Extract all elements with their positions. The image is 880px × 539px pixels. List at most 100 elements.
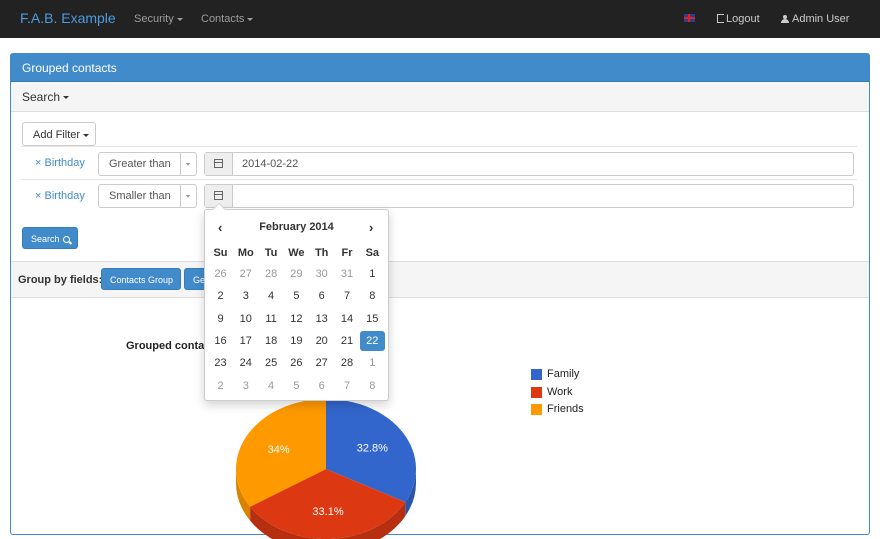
chevron-down-icon xyxy=(176,17,183,21)
filter-operator-select[interactable]: Smaller than xyxy=(98,184,197,208)
search-button[interactable]: Search xyxy=(22,227,78,249)
datepicker-day[interactable]: 24 xyxy=(233,353,258,373)
datepicker-day[interactable]: 29 xyxy=(284,264,309,284)
datepicker-day[interactable]: 26 xyxy=(208,264,233,284)
datepicker-day[interactable]: 10 xyxy=(233,309,258,329)
search-toggle-label: Search xyxy=(22,90,61,104)
datepicker-day[interactable]: 8 xyxy=(360,286,385,306)
datepicker-day[interactable]: 16 xyxy=(208,331,233,351)
filter-operator-select[interactable]: Greater than xyxy=(98,152,197,176)
date-addon[interactable] xyxy=(205,153,233,175)
logout-link[interactable]: Logout xyxy=(717,13,760,25)
datepicker-day[interactable]: 3 xyxy=(233,376,258,396)
filter-remove-link[interactable]: × Birthday xyxy=(35,190,85,202)
pie-slice-label: 33.1% xyxy=(312,506,343,518)
language-flag-icon[interactable] xyxy=(684,14,695,22)
filter-field-label: Birthday xyxy=(44,190,85,202)
panel-heading: Grouped contacts xyxy=(11,54,869,82)
datepicker-day[interactable]: 31 xyxy=(335,264,360,284)
user-menu[interactable]: Admin User xyxy=(781,13,849,25)
select-arrow-icon xyxy=(180,153,196,175)
search-button-label: Search xyxy=(31,234,60,244)
datepicker-day[interactable]: 13 xyxy=(309,309,334,329)
filter-remove-link[interactable]: × Birthday xyxy=(35,157,85,169)
datepicker-day[interactable]: 30 xyxy=(309,264,334,284)
datepicker-day[interactable]: 7 xyxy=(335,286,360,306)
datepicker-day[interactable]: 26 xyxy=(284,353,309,373)
contacts-menu[interactable]: Contacts xyxy=(201,13,254,25)
filter-date-field[interactable] xyxy=(204,184,854,208)
datepicker-day[interactable]: 9 xyxy=(208,309,233,329)
datepicker-day[interactable]: 3 xyxy=(233,286,258,306)
datepicker-prev-button[interactable]: ‹ xyxy=(218,220,222,235)
datepicker-day[interactable]: 28 xyxy=(259,264,284,284)
datepicker-day[interactable]: 23 xyxy=(208,353,233,373)
contacts-menu-label: Contacts xyxy=(201,13,245,25)
datepicker-weekday-label: Fr xyxy=(341,247,353,259)
group-by-bar: Group by fields: Contacts Group Ge xyxy=(11,261,869,298)
search-bar: Search xyxy=(11,82,869,112)
datepicker-popup: ‹ February 2014 › Su Mo Tu We Th Fr Sa 26 27 28 29… xyxy=(204,203,389,401)
datepicker-day[interactable]: 25 xyxy=(259,353,284,373)
add-filter-button[interactable]: Add Filter xyxy=(22,122,96,146)
datepicker-day[interactable]: 7 xyxy=(335,376,360,396)
pie-chart: 32.8% 33.1% 34% xyxy=(236,399,416,539)
datepicker-day[interactable]: 8 xyxy=(360,376,385,396)
logout-icon xyxy=(717,14,724,23)
datepicker-day[interactable]: 6 xyxy=(309,376,334,396)
remove-icon: × xyxy=(35,190,42,202)
security-menu-label: Security xyxy=(134,13,174,25)
search-toggle[interactable]: Search xyxy=(22,90,70,104)
select-arrow-icon xyxy=(180,185,196,207)
filter-operator-value: Smaller than xyxy=(109,190,171,202)
datepicker-weekday-label: Su xyxy=(213,247,228,259)
datepicker-day[interactable]: 1 xyxy=(360,264,385,284)
brand-link[interactable]: F.A.B. Example xyxy=(20,10,116,26)
divider xyxy=(21,179,857,180)
group-by-label: Group by fields: xyxy=(18,274,103,286)
filter-operator-value: Greater than xyxy=(109,158,171,170)
datepicker-weekday-label: Tu xyxy=(264,247,278,259)
datepicker-day[interactable]: 21 xyxy=(335,331,360,351)
security-menu[interactable]: Security xyxy=(134,13,183,25)
datepicker-day[interactable]: 27 xyxy=(309,353,334,373)
datepicker-next-button[interactable]: › xyxy=(369,220,373,235)
chevron-down-icon xyxy=(63,96,70,100)
datepicker-day[interactable]: 5 xyxy=(284,376,309,396)
datepicker-weekday-label: Th xyxy=(314,247,329,259)
filter-date-value: 2014-02-22 xyxy=(242,158,299,170)
group-button-label: Contacts Group xyxy=(110,275,174,285)
divider xyxy=(21,146,857,147)
datepicker-day[interactable]: 14 xyxy=(335,309,360,329)
datepicker-day[interactable]: 4 xyxy=(259,286,284,306)
add-filter-label: Add Filter xyxy=(33,129,81,141)
datepicker-day[interactable]: 6 xyxy=(309,286,334,306)
chart-title: Grouped conta xyxy=(126,340,205,352)
datepicker-day[interactable]: 15 xyxy=(360,309,385,329)
datepicker-day[interactable]: 1 xyxy=(360,353,385,373)
datepicker-day[interactable]: 11 xyxy=(259,309,284,329)
navbar: F.A.B. Example Security Contacts Logout … xyxy=(0,0,880,38)
legend-swatch xyxy=(531,386,542,398)
datepicker-day[interactable]: 27 xyxy=(233,264,258,284)
calendar-icon xyxy=(214,159,223,168)
datepicker-day[interactable]: 4 xyxy=(259,376,284,396)
filter-field-label: Birthday xyxy=(44,157,85,169)
legend-swatch xyxy=(531,369,542,380)
datepicker-day[interactable]: 12 xyxy=(284,309,309,329)
datepicker-day[interactable]: 2 xyxy=(208,286,233,306)
datepicker-day[interactable]: 5 xyxy=(284,286,309,306)
datepicker-day[interactable]: 19 xyxy=(284,331,309,351)
datepicker-day[interactable]: 2 xyxy=(208,376,233,396)
datepicker-day[interactable]: 20 xyxy=(309,331,334,351)
datepicker-day[interactable]: 17 xyxy=(233,331,258,351)
datepicker-day[interactable]: 28 xyxy=(335,353,360,373)
filter-date-field[interactable]: 2014-02-22 xyxy=(204,152,854,176)
chevron-down-icon xyxy=(83,133,90,137)
datepicker-month-title[interactable]: February 2014 xyxy=(235,221,358,233)
group-button-contacts-group[interactable]: Contacts Group xyxy=(101,268,181,290)
datepicker-day[interactable]: 22 xyxy=(359,330,385,351)
user-icon xyxy=(781,15,789,23)
pie-slice-label: 32.8% xyxy=(357,442,388,454)
datepicker-day[interactable]: 18 xyxy=(259,331,284,351)
